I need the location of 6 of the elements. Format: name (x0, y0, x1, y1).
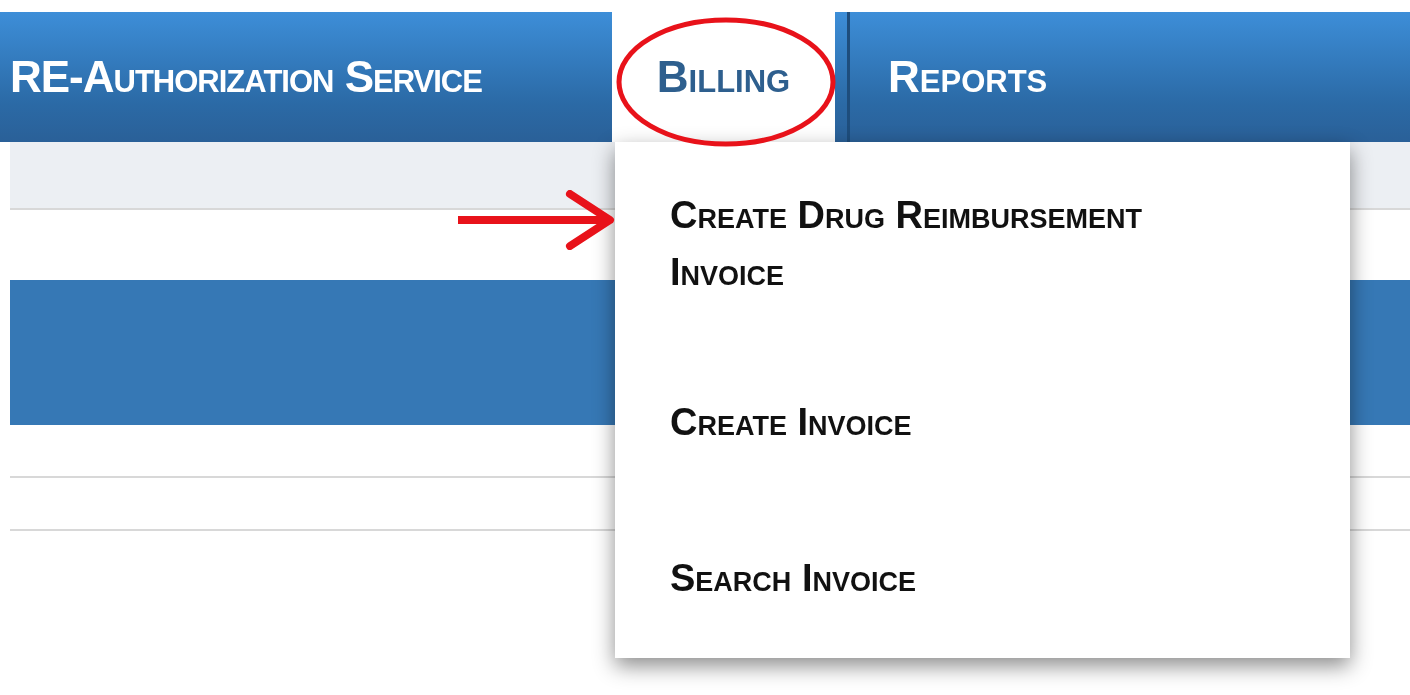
menu-item[interactable]: Search Invoice (670, 550, 916, 607)
menu-item[interactable]: Create Invoice (670, 394, 912, 451)
nav-tab[interactable]: Reports (850, 12, 1086, 142)
menu-item[interactable]: Create Drug Reimbursement Invoice (670, 187, 1230, 301)
nav-tab[interactable]: Billing (612, 12, 835, 142)
nav-tab[interactable]: RE-Authorization Service (0, 12, 612, 142)
